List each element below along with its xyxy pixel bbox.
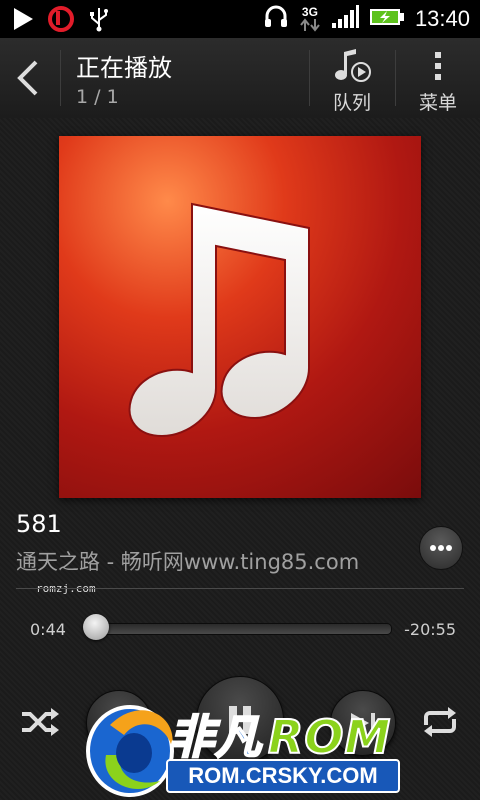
play-icon — [12, 7, 34, 35]
divider — [395, 50, 396, 106]
usb-icon — [88, 6, 110, 36]
back-button[interactable] — [0, 38, 60, 118]
queue-label: 队列 — [332, 92, 371, 114]
logo-wordmark: 非凡 ROM — [167, 701, 392, 767]
menu-label: 菜单 — [418, 92, 457, 114]
track-counter: 1 / 1 — [76, 86, 119, 108]
queue-icon — [335, 49, 371, 82]
logo-name-en: ROM — [267, 709, 392, 765]
shuffle-icon — [22, 708, 59, 736]
network-type: 3G — [301, 5, 318, 19]
crsky-watermark-logo: 非凡 ROM ROM.CRSKY.COM — [80, 695, 402, 800]
elapsed-time: 0:44 — [30, 620, 66, 639]
menu-button[interactable]: 菜单 — [398, 38, 478, 118]
network-indicator: 3G — [299, 6, 321, 32]
divider — [60, 50, 61, 106]
action-bar: 正在播放 1 / 1 队列 菜单 — [0, 38, 480, 119]
signal-icon — [331, 5, 359, 33]
status-bar: 3G 13:40 — [0, 0, 480, 38]
track-title: 581 — [16, 510, 62, 538]
seek-bar[interactable] — [86, 623, 392, 635]
shuffle-button[interactable] — [18, 700, 62, 744]
swirl-logo-icon — [86, 705, 174, 797]
battery-charging-icon — [369, 7, 405, 31]
clock: 13:40 — [414, 6, 470, 31]
divider — [16, 588, 464, 589]
divider — [309, 50, 310, 106]
queue-button[interactable]: 队列 — [312, 38, 392, 118]
repeat-button[interactable] — [418, 700, 462, 744]
page-title: 正在播放 — [76, 54, 172, 82]
remaining-time: -20:55 — [404, 620, 456, 639]
album-art[interactable] — [59, 136, 421, 498]
track-artist: 通天之路 - 畅听网www.ting85.com — [16, 550, 360, 574]
overflow-menu-icon — [435, 52, 441, 80]
repeat-icon — [424, 707, 456, 737]
more-options-button[interactable] — [419, 526, 463, 570]
logo-domain: ROM.CRSKY.COM — [166, 759, 400, 793]
logo-name-cn: 非凡 — [167, 709, 262, 765]
chevron-left-icon — [17, 60, 38, 96]
music-note-icon — [128, 202, 310, 438]
headset-icon — [263, 4, 289, 34]
more-dots-icon — [430, 545, 452, 551]
beats-icon — [48, 6, 74, 36]
